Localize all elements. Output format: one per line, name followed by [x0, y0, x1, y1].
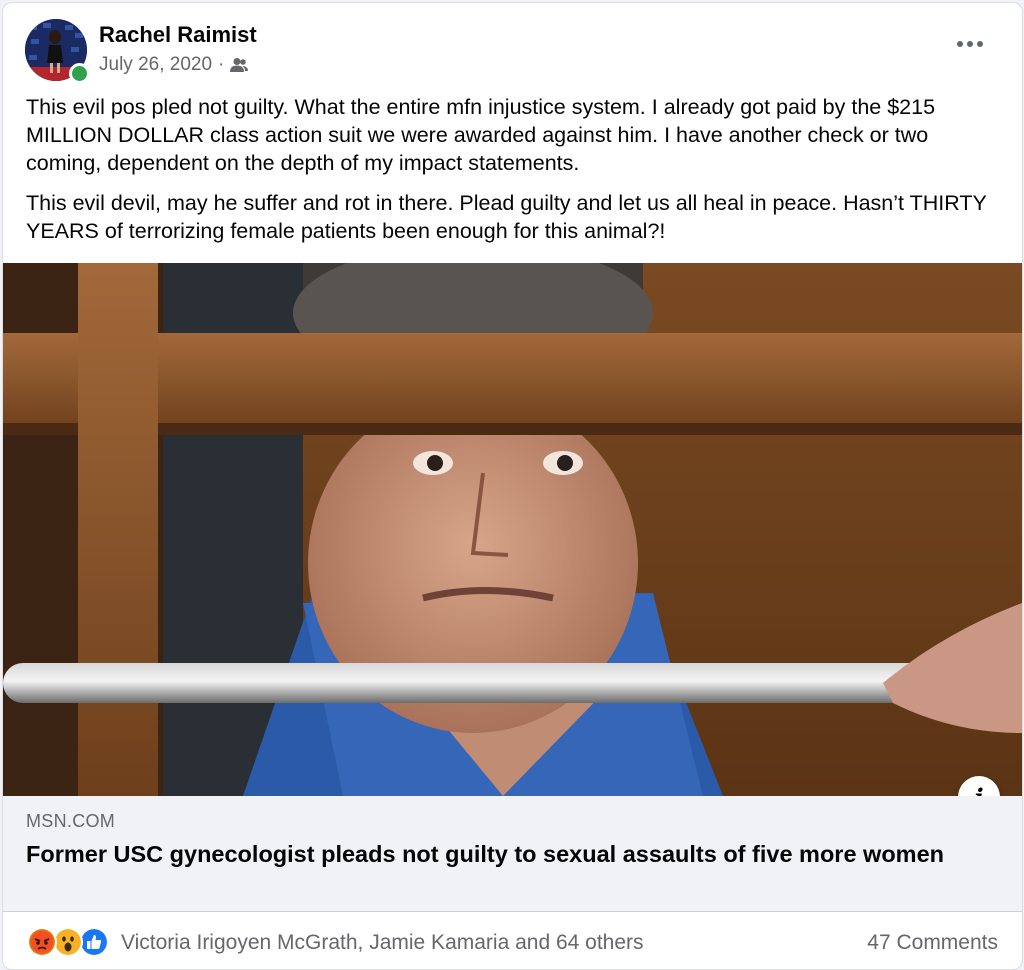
dot-icon — [977, 41, 983, 47]
dot-icon — [967, 41, 973, 47]
author-name[interactable]: Rachel Raimist — [99, 22, 257, 48]
like-reaction-icon — [79, 927, 109, 957]
post-text: This evil pos pled not guilty. What the … — [26, 93, 1001, 257]
post-card: Rachel Raimist July 26, 2020 · This evil… — [2, 2, 1023, 970]
post-header: Rachel Raimist July 26, 2020 · — [25, 19, 995, 84]
angry-reaction-icon — [27, 927, 57, 957]
friends-icon[interactable] — [230, 57, 249, 73]
post-paragraph: This evil pos pled not guilty. What the … — [26, 95, 936, 175]
reaction-icons[interactable] — [27, 927, 113, 957]
courtroom-photo — [3, 263, 1022, 796]
link-preview-image[interactable]: i — [3, 263, 1022, 796]
online-status-dot — [69, 63, 90, 84]
reaction-names[interactable]: Victoria Irigoyen McGrath, Jamie Kamaria… — [121, 931, 644, 955]
wow-reaction-icon — [53, 927, 83, 957]
link-title[interactable]: Former USC gynecologist pleads not guilt… — [26, 839, 956, 869]
post-date[interactable]: July 26, 2020 — [99, 54, 212, 76]
comments-count[interactable]: 47 Comments — [867, 931, 998, 955]
link-preview[interactable]: MSN.COM Former USC gynecologist pleads n… — [3, 796, 1022, 912]
meta-separator: · — [218, 54, 225, 75]
link-domain: MSN.COM — [26, 811, 116, 831]
post-paragraph: This evil devil, may he suffer and rot i… — [26, 191, 987, 243]
dot-icon — [957, 41, 963, 47]
post-footer: Victoria Irigoyen McGrath, Jamie Kamaria… — [3, 913, 1022, 969]
post-meta: July 26, 2020 · — [99, 54, 249, 76]
more-options-button[interactable] — [955, 32, 985, 56]
